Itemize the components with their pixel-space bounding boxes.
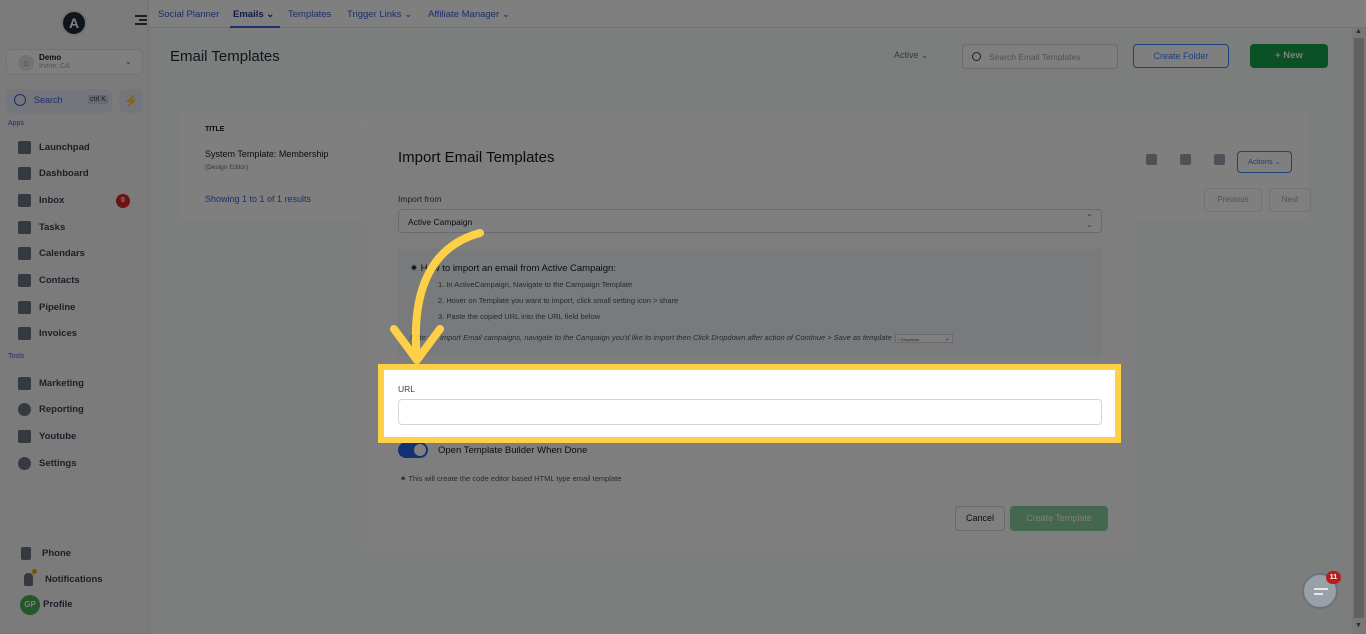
url-field-highlight: URL xyxy=(378,364,1121,443)
chat-unread-badge: 11 xyxy=(1326,571,1341,584)
chat-line xyxy=(1314,588,1328,590)
guide-arrow-icon xyxy=(390,229,484,364)
url-label: URL xyxy=(398,384,416,394)
guide-arrow-curve xyxy=(411,229,484,364)
chat-line xyxy=(1314,593,1323,595)
url-input[interactable] xyxy=(398,399,1102,425)
